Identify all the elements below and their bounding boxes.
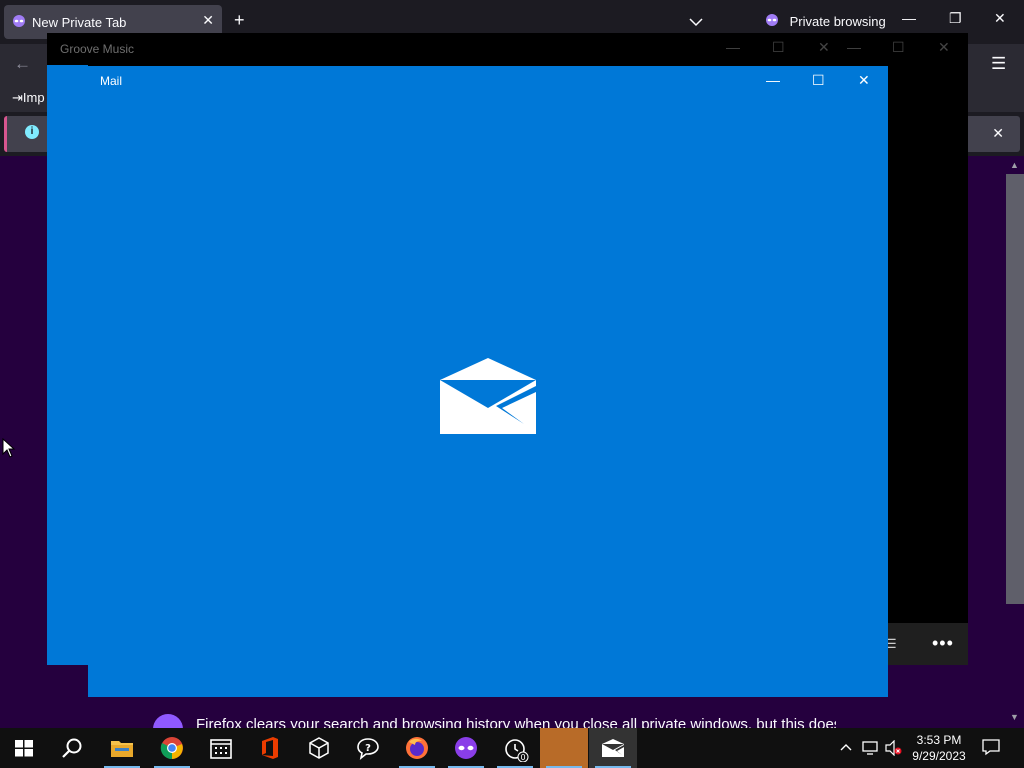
mail-window-title: Mail <box>100 74 123 88</box>
network-icon[interactable] <box>862 740 880 761</box>
close-window-icon[interactable]: ✕ <box>994 10 1006 27</box>
taskbar-calendar[interactable] <box>197 728 245 768</box>
taskbar-firefox-private[interactable] <box>442 728 490 768</box>
show-hidden-icons-icon[interactable] <box>840 740 852 754</box>
scrollbar-thumb[interactable] <box>1006 174 1024 604</box>
new-tab-button[interactable]: + <box>234 10 245 31</box>
back-arrow-icon[interactable]: ← <box>14 54 31 74</box>
groove-titlebar: Groove Music — ☐ ✕ — ☐ ✕ <box>47 33 968 65</box>
taskbar-office[interactable] <box>246 728 294 768</box>
more-options-icon[interactable]: ••• <box>932 633 954 654</box>
action-center-icon[interactable] <box>982 738 1000 761</box>
taskbar-clock[interactable]: 3:53 PM 9/29/2023 <box>903 732 975 764</box>
taskbar-chrome[interactable] <box>148 728 196 768</box>
close-notification-icon[interactable]: ✕ <box>992 125 1004 142</box>
mail-envelope-icon <box>440 358 536 434</box>
tab-title: New Private Tab <box>32 15 127 30</box>
volume-muted-icon[interactable] <box>884 739 902 761</box>
search-icon <box>62 738 82 758</box>
taskbar-firefox[interactable] <box>393 728 441 768</box>
minimize-icon[interactable]: — <box>902 10 916 26</box>
alarm-clock-icon: 0 <box>505 739 529 762</box>
clock-date: 9/29/2023 <box>912 749 966 763</box>
close-window-icon[interactable]: ✕ <box>938 39 950 56</box>
firefox-icon <box>406 737 428 759</box>
private-browsing-indicator: Private browsing <box>764 14 886 29</box>
windows-logo-icon <box>15 740 33 757</box>
minimize-icon[interactable]: — <box>766 72 780 88</box>
folder-icon <box>111 741 133 757</box>
chevron-down-icon[interactable] <box>689 14 703 32</box>
taskbar-alarms-clock[interactable]: 0 <box>491 728 539 768</box>
search-button[interactable] <box>48 728 96 768</box>
groove-window-title: Groove Music <box>60 42 135 56</box>
private-browsing-label: Private browsing <box>789 14 886 29</box>
groove-splash <box>47 65 88 665</box>
taskbar-file-explorer[interactable] <box>98 728 146 768</box>
chrome-icon <box>160 737 183 760</box>
calendar-icon <box>210 739 232 759</box>
taskbar-get-help[interactable]: ? <box>344 728 392 768</box>
clock-time: 3:53 PM <box>916 733 962 747</box>
import-bookmarks-button[interactable]: ⇥Imp <box>12 90 52 106</box>
cube-icon <box>309 737 329 759</box>
maximize-icon[interactable]: ☐ <box>892 39 905 56</box>
private-mask-icon <box>455 737 477 759</box>
taskbar-mail[interactable] <box>589 728 637 768</box>
taskbar-3d-viewer[interactable] <box>295 728 343 768</box>
scroll-down-icon[interactable]: ▼ <box>1010 712 1019 722</box>
private-mask-icon <box>12 15 26 30</box>
mouse-cursor-icon <box>2 438 16 458</box>
close-window-icon[interactable]: ✕ <box>818 39 830 56</box>
minimize-icon[interactable]: — <box>847 39 861 55</box>
import-label: Imp <box>22 90 45 105</box>
help-icon: ? <box>357 738 379 760</box>
private-mask-icon <box>766 14 778 26</box>
hamburger-menu-icon[interactable]: ☰ <box>991 54 1006 74</box>
alarm-badge: 0 <box>520 753 525 762</box>
taskbar-groove-music[interactable] <box>540 728 588 768</box>
maximize-icon[interactable]: ☐ <box>812 72 825 89</box>
scroll-up-icon[interactable]: ▲ <box>1010 160 1019 170</box>
close-tab-icon[interactable]: ✕ <box>202 12 214 29</box>
mail-window: Mail — ☐ ✕ <box>88 66 888 697</box>
svg-text:?: ? <box>365 743 371 754</box>
restore-icon[interactable]: ❐ <box>949 10 962 27</box>
maximize-icon[interactable]: ☐ <box>772 39 785 56</box>
start-button[interactable] <box>0 728 48 768</box>
minimize-icon[interactable]: — <box>726 39 740 55</box>
info-icon: i <box>25 125 39 139</box>
mail-envelope-icon <box>602 739 624 757</box>
close-window-icon[interactable]: ✕ <box>858 72 870 89</box>
office-icon <box>262 737 278 759</box>
